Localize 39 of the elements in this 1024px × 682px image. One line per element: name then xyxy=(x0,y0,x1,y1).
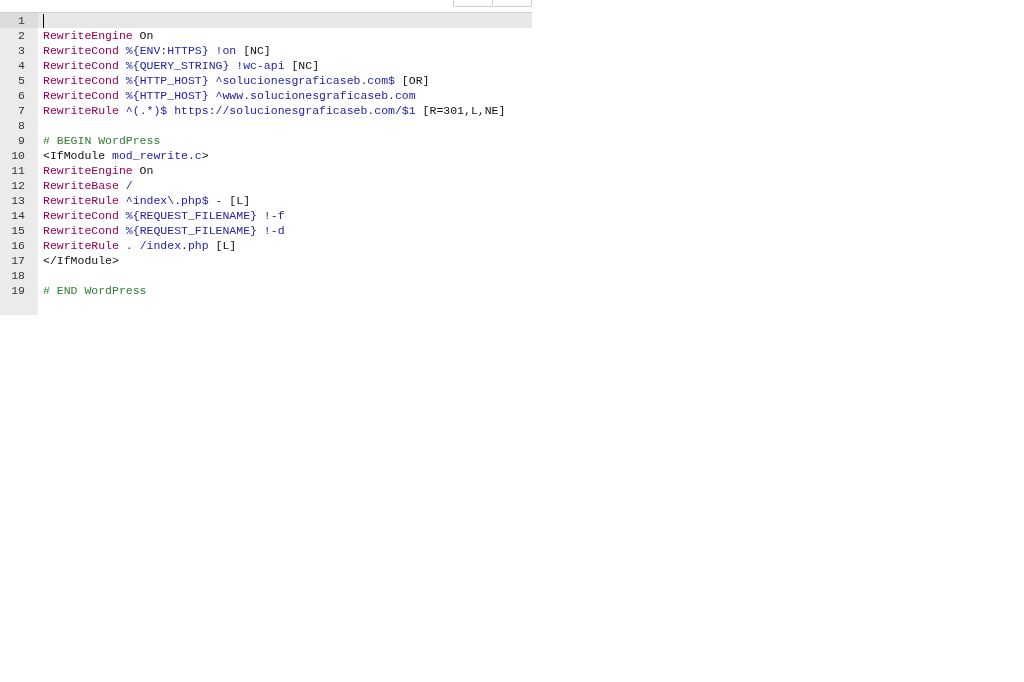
line-number: 7 xyxy=(18,103,25,118)
toolbar-button[interactable] xyxy=(493,0,532,7)
line-number: 14 xyxy=(11,208,25,223)
code-line: RewriteCond %{ENV:HTTPS} !on [NC] xyxy=(43,43,271,58)
line-number: 6 xyxy=(18,88,25,103)
toolbar-button[interactable] xyxy=(453,0,493,7)
code-line: <IfModule mod_rewrite.c> xyxy=(43,148,209,163)
line-number: 16 xyxy=(11,238,25,253)
code-line: RewriteCond %{REQUEST_FILENAME} !-f xyxy=(43,208,285,223)
line-number: 8 xyxy=(18,118,25,133)
line-number: 10 xyxy=(11,148,25,163)
code-line: RewriteCond %{REQUEST_FILENAME} !-d xyxy=(43,223,285,238)
line-number: 19 xyxy=(11,283,25,298)
code-line: RewriteRule . /index.php [L] xyxy=(43,238,237,253)
line-number: 17 xyxy=(11,253,25,268)
code-comment: # BEGIN WordPress xyxy=(43,133,161,148)
code-line: RewriteEngine On xyxy=(43,28,154,43)
line-number: 9 xyxy=(18,133,25,148)
code-line: RewriteRule ^(.*)$ https://solucionesgraficaseb.com/$1 [R=301,L,NE] xyxy=(43,103,506,118)
code-editor[interactable] xyxy=(0,12,532,315)
line-number: 4 xyxy=(18,58,25,73)
line-number: 2 xyxy=(18,28,25,43)
code-line: RewriteCond %{HTTP_HOST} ^www.solucionesgraficaseb.com xyxy=(43,88,416,103)
line-number: 5 xyxy=(18,73,25,88)
line-number: 11 xyxy=(11,163,25,178)
code-line: RewriteEngine On xyxy=(43,163,154,178)
code-line: RewriteBase / xyxy=(43,178,133,193)
line-number: 1 xyxy=(18,13,25,28)
line-number: 12 xyxy=(11,178,25,193)
code-line: RewriteCond %{QUERY_STRING} !wc-api [NC] xyxy=(43,58,320,73)
line-number: 13 xyxy=(11,193,25,208)
line-number: 18 xyxy=(11,268,25,283)
text-cursor xyxy=(43,13,44,28)
line-number: 15 xyxy=(11,223,25,238)
code-line: RewriteRule ^index\.php$ - [L] xyxy=(43,193,251,208)
code-line: RewriteCond %{HTTP_HOST} ^solucionesgraficaseb.com$ [OR] xyxy=(43,73,430,88)
code-comment: # END WordPress xyxy=(43,283,147,298)
code-line: </IfModule> xyxy=(43,253,119,268)
line-number: 3 xyxy=(18,43,25,58)
